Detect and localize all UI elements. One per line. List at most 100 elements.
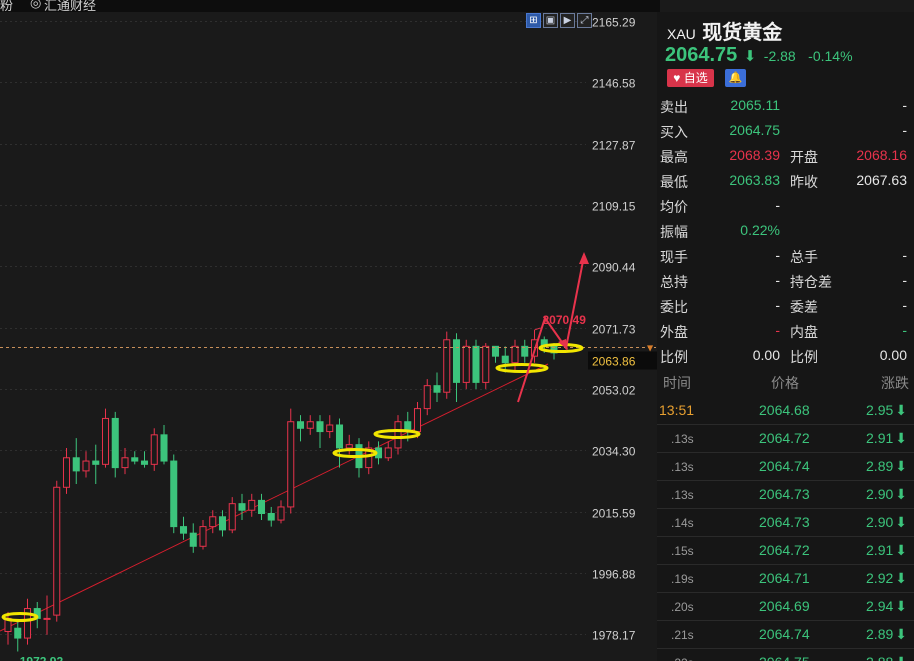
tick-time: .13s <box>671 432 694 446</box>
quote-stat-row: 均价 - <box>657 193 914 218</box>
tick-price: 2064.72 <box>759 430 810 446</box>
stat-value: 0.00 <box>879 347 907 363</box>
play-icon[interactable]: ▶ <box>560 13 575 28</box>
add-favorite-label: 自选 <box>683 71 708 85</box>
tick-row: .13s 2064.74 2.89 ⬇ <box>657 453 914 481</box>
candle-body <box>62 457 71 488</box>
stat-value: 2064.75 <box>729 122 780 138</box>
candle-body <box>209 516 217 528</box>
chart-toolbar: ⊞ ▣ ▶ ⤢ <box>526 13 592 29</box>
tick-price: 2064.72 <box>759 542 810 558</box>
candle-body <box>92 460 100 465</box>
tick-row: .14s 2064.73 2.90 ⬇ <box>657 509 914 537</box>
candlestick-chart[interactable]: 2165.29 2146.58 2127.87 2109.15 2090.44 2071.… <box>0 12 657 661</box>
y-axis-tick-label: 2127.87 <box>592 139 636 153</box>
candle-body <box>501 355 509 364</box>
tick-price: 2064.74 <box>759 626 810 642</box>
add-favorite-button[interactable]: ♥ 自选 <box>667 69 714 87</box>
last-price: 2064.75 <box>665 44 738 66</box>
tick-row: .22s 2064.75 2.88⬇ <box>657 649 914 661</box>
candle-body <box>53 486 61 616</box>
top-strip-left-text: 粉 <box>0 0 14 12</box>
stat-label: 委比 <box>660 299 688 315</box>
tick-time: .15s <box>671 544 694 558</box>
candle-body <box>111 417 119 469</box>
y-axis-tick-label: 2015.59 <box>592 507 636 521</box>
tick-row: .13s 2064.72 2.91 ⬇ <box>657 425 914 453</box>
low-price-label: 1972.92 <box>20 654 64 661</box>
candle-body <box>423 385 431 410</box>
candle-body <box>394 421 402 449</box>
quote-header: XAU 现货黄金 <box>667 16 782 45</box>
candle-body <box>296 421 305 429</box>
candle-body <box>82 460 90 472</box>
top-strip-tab[interactable]: 汇通财经 <box>44 0 96 12</box>
candle-body <box>287 421 295 508</box>
stat-value: - <box>902 272 907 288</box>
ticks-header: 时间 价格 涨跌 <box>657 372 914 394</box>
y-axis-tick-label: 2071.73 <box>592 323 636 337</box>
price-row: 2064.75 ⬇ -2.88 -0.14% <box>665 44 861 67</box>
stat-value: - <box>775 297 780 313</box>
candle-body <box>43 617 51 620</box>
price-change-pct: -0.14% <box>808 48 853 64</box>
grid-icon[interactable]: ⊞ <box>526 13 541 28</box>
tick-change-value: 2.91 <box>866 542 894 558</box>
stat-label: 均价 <box>660 199 688 215</box>
tick-price: 2064.73 <box>759 514 810 530</box>
tick-change-value: 2.95 <box>866 402 894 418</box>
down-arrow-icon: ⬇ <box>895 626 907 642</box>
candle-body <box>248 499 256 511</box>
down-arrow-icon: ⬇ <box>895 458 907 474</box>
top-strip-icon: ◎ <box>30 0 42 10</box>
candle-body <box>326 424 334 433</box>
tick-list[interactable]: 13:51 2064.68 2.95 ⬇ .13s 2064.72 2.91 ⬇ .13s 206… <box>657 397 914 661</box>
stat-label: 总手 <box>790 249 818 265</box>
stat-value: 2068.16 <box>856 147 907 163</box>
ticks-header-change: 涨跌 <box>881 375 909 391</box>
tick-time: .14s <box>671 516 694 530</box>
tick-price: 2064.73 <box>759 486 810 502</box>
quote-stat-row: 最低 2063.83 昨收 2067.63 <box>657 168 914 193</box>
stat-value: 2068.39 <box>729 147 780 163</box>
tick-time: 13:51 <box>659 402 695 418</box>
tick-time: .22s <box>671 656 694 661</box>
window-icon[interactable]: ▣ <box>543 13 558 28</box>
ticks-header-price: 价格 <box>771 375 799 391</box>
ticks-header-time: 时间 <box>663 375 691 391</box>
tick-row: .13s 2064.73 2.90 ⬇ <box>657 481 914 509</box>
price-marker-icon: ▼ <box>647 344 654 353</box>
heart-icon: ♥ <box>673 71 681 85</box>
tick-change-value: 2.94 <box>866 598 894 614</box>
tick-time: .19s <box>671 572 694 586</box>
tick-change: 2.90 ⬇ <box>866 486 907 503</box>
quote-stat-row: 买入 2064.75 - <box>657 118 914 143</box>
candle-body <box>101 417 110 465</box>
candle-body <box>228 503 236 531</box>
down-arrow-icon: ⬇ <box>895 542 907 558</box>
stat-label: 比例 <box>660 349 688 365</box>
quote-stat-row: 比例 0.00 比例 0.00 <box>657 343 914 368</box>
tick-change: 2.89 ⬇ <box>866 626 907 643</box>
expand-icon[interactable]: ⤢ <box>577 13 592 28</box>
candle-body <box>131 457 139 462</box>
tick-change-value: 2.92 <box>866 570 894 586</box>
quote-stat-row: 委比 - 委差 - <box>657 293 914 318</box>
tick-change: 2.92 ⬇ <box>866 570 907 587</box>
tick-change: 2.89 ⬇ <box>866 458 907 475</box>
tick-price: 2064.75 <box>759 654 810 661</box>
stat-label: 比例 <box>790 349 818 365</box>
stat-value: - <box>775 322 780 338</box>
alert-bell-button[interactable]: 🔔 <box>725 69 746 87</box>
y-axis-tick-label: 2090.44 <box>592 261 636 275</box>
candle-body <box>218 516 227 531</box>
tick-change: 2.94 ⬇ <box>866 598 907 615</box>
tick-row: .20s 2064.69 2.94 ⬇ <box>657 593 914 621</box>
y-axis-tick-label: 1978.17 <box>592 629 636 643</box>
stat-value: - <box>902 322 907 338</box>
y-axis-tick-label: 2109.15 <box>592 200 636 214</box>
down-arrow-icon: ⬇ <box>895 654 907 661</box>
tick-time: .13s <box>671 460 694 474</box>
current-price-label: 2063.86 <box>592 355 636 369</box>
stat-label: 总持 <box>660 274 688 290</box>
